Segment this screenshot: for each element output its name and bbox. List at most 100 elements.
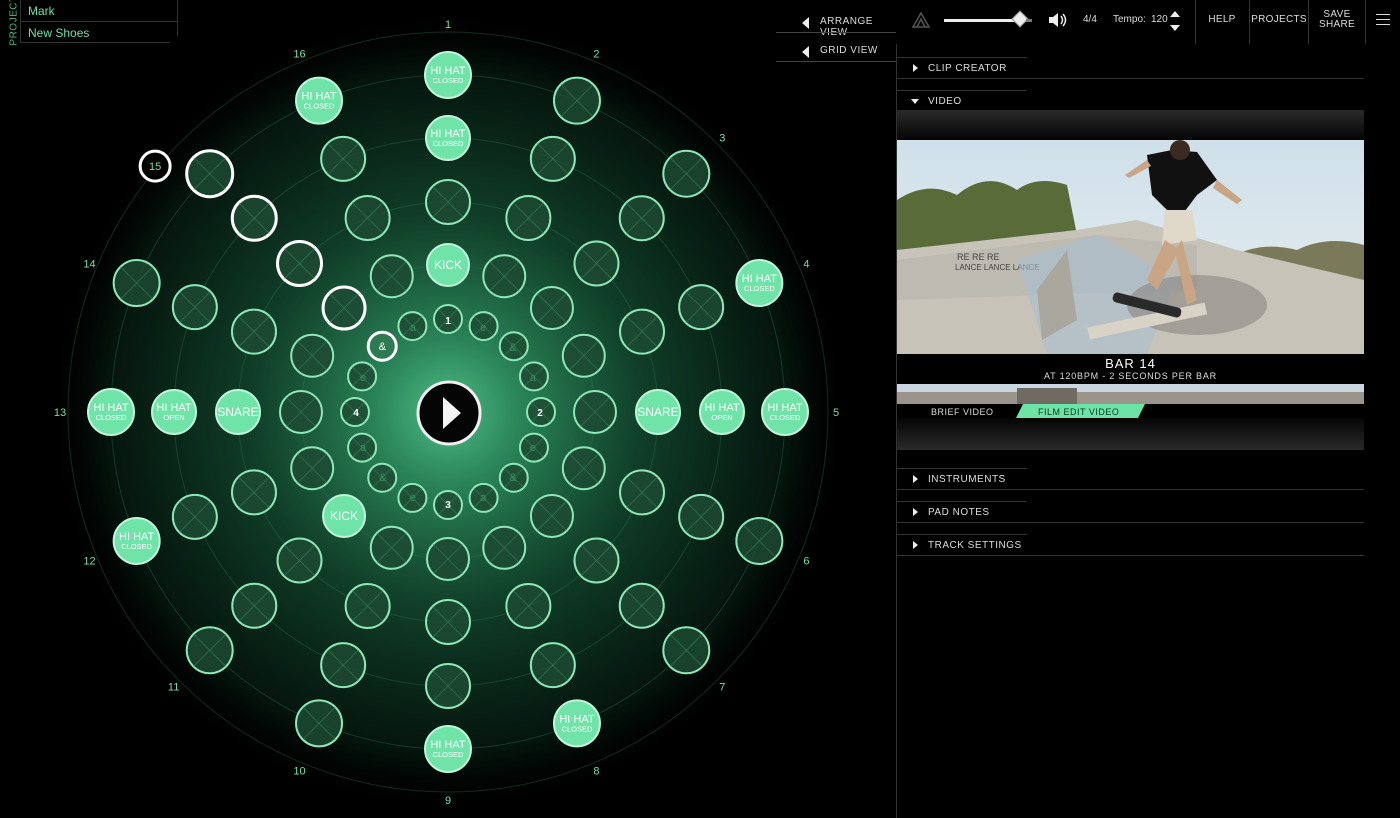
volume-slider[interactable] [944, 10, 1032, 28]
pad-ring-1-step-6[interactable] [735, 516, 784, 565]
pad-ring-2-step-7[interactable] [618, 582, 665, 629]
pad-ring-2-step-6[interactable] [678, 493, 725, 540]
pad-ring-4-step-6[interactable] [561, 446, 606, 491]
tempo-value[interactable]: 120 [1151, 14, 1168, 25]
tempo-down-icon[interactable] [1170, 25, 1180, 31]
pad-ring-4-step-8[interactable] [482, 525, 527, 570]
projects-button[interactable]: PROJECTS [1250, 14, 1308, 34]
pad-ring-3-step-8[interactable] [505, 583, 552, 630]
pad-ring-1-step-10[interactable] [295, 699, 344, 748]
pad-ring-4-step-15[interactable] [321, 285, 367, 331]
subdivision-label: e [480, 322, 486, 334]
instruments-section[interactable]: INSTRUMENTS [897, 468, 1364, 490]
pad-ring-5-step-15[interactable]: & [366, 330, 398, 362]
video-filmstrip[interactable] [897, 384, 1364, 404]
pad-ring-4-step-5[interactable] [573, 390, 617, 434]
pad-ring-2-step-13[interactable]: HI HATOPEN [151, 389, 197, 435]
pad-ring-3-step-13[interactable]: SNARE [215, 389, 261, 435]
pad-ring-3-step-14[interactable] [230, 308, 277, 355]
arrange-view-label: ARRANGE VIEW [820, 16, 873, 38]
pad-ring-1-step-3[interactable] [662, 149, 711, 198]
play-button[interactable] [416, 380, 482, 446]
pad-ring-2-step-12[interactable] [171, 493, 218, 540]
pad-ring-4-step-2[interactable] [482, 254, 527, 299]
beat-label: 2 [537, 408, 543, 419]
step-number-6: 6 [803, 555, 809, 567]
help-label: HELP [1208, 14, 1236, 25]
pad-ring-2-step-11[interactable] [231, 582, 278, 629]
pad-ring-2-step-15[interactable] [230, 194, 278, 242]
pad-ring-4-step-9[interactable] [426, 537, 470, 581]
hamburger-menu-icon[interactable] [1376, 14, 1390, 29]
pad-ring-4-step-4[interactable] [561, 333, 606, 378]
pad-ring-3-step-9[interactable] [425, 599, 471, 645]
pad-ring-2-step-10[interactable] [320, 642, 367, 689]
track-settings-section[interactable]: TRACK SETTINGS [897, 534, 1364, 556]
pad-ring-2-step-2[interactable] [529, 135, 576, 182]
project-name[interactable]: Mark [28, 4, 55, 18]
pad-ring-4-step-10[interactable] [369, 525, 414, 570]
pad-ring-2-step-3[interactable] [618, 195, 665, 242]
pad-ring-3-step-7[interactable] [573, 537, 620, 584]
pad-ring-3-step-16[interactable] [344, 194, 391, 241]
video-section[interactable]: VIDEO [897, 90, 1364, 112]
subdivision-label: e [360, 372, 366, 384]
pad-sublabel: CLOSED [433, 139, 464, 148]
video-frame[interactable]: RE RE RE LANCE LANCE LANCE [897, 140, 1364, 354]
song-name[interactable]: New Shoes [28, 26, 89, 40]
speaker-icon[interactable] [1048, 11, 1068, 29]
pad-notes-section[interactable]: PAD NOTES [897, 501, 1364, 523]
clip-creator-section[interactable]: CLIP CREATOR [897, 57, 1364, 79]
pad-ring-1-step-1[interactable]: HI HATCLOSED [424, 51, 472, 99]
tab-brief-video[interactable]: BRIEF VIDEO [931, 407, 994, 417]
arrange-view-button[interactable]: ARRANGE VIEW [776, 11, 896, 38]
pad-ring-4-step-13[interactable] [279, 390, 323, 434]
divider [177, 0, 178, 36]
pad-ring-4-step-14[interactable] [290, 333, 335, 378]
pad-ring-2-step-9[interactable] [425, 663, 471, 709]
pad-ring-3-step-2[interactable] [505, 194, 552, 241]
pad-ring-1-step-12[interactable]: HI HATCLOSED [112, 516, 161, 565]
pad-ring-1-step-5[interactable]: HI HATCLOSED [761, 388, 809, 436]
pad-ring-1-step-4[interactable]: HI HATCLOSED [735, 259, 784, 308]
time-signature[interactable]: 4/4 [1083, 14, 1097, 25]
pad-ring-4-step-1[interactable]: KICK [426, 243, 470, 287]
pad-ring-2-step-16[interactable] [320, 135, 367, 182]
pad-ring-1-step-14[interactable] [112, 259, 161, 308]
pad-ring-4-step-11[interactable]: KICK [322, 493, 367, 538]
pad-ring-3-step-12[interactable] [230, 469, 277, 516]
step-number-15[interactable]: 15 [138, 149, 172, 183]
pad-ring-2-step-14[interactable] [171, 284, 218, 331]
pad-ring-3-step-11[interactable] [276, 537, 323, 584]
pad-ring-3-step-1[interactable] [425, 179, 471, 225]
pad-ring-1-step-9[interactable]: HI HATCLOSED [424, 725, 472, 773]
pad-ring-3-step-10[interactable] [344, 583, 391, 630]
pad-ring-2-step-4[interactable] [678, 284, 725, 331]
pad-ring-1-step-15[interactable] [185, 149, 235, 199]
pad-ring-1-step-13[interactable]: HI HATCLOSED [87, 388, 135, 436]
pad-ring-4-step-16[interactable] [369, 254, 414, 299]
tempo-up-icon[interactable] [1170, 11, 1180, 17]
track-settings-label: TRACK SETTINGS [928, 540, 1022, 551]
pad-ring-1-step-16[interactable]: HI HATCLOSED [295, 76, 344, 125]
pad-ring-4-step-12[interactable] [290, 446, 335, 491]
pad-ring-2-step-1[interactable]: HI HATCLOSED [425, 115, 471, 161]
pad-ring-1-step-7[interactable] [662, 626, 711, 675]
pad-ring-4-step-3[interactable] [529, 286, 574, 331]
pad-ring-1-step-11[interactable] [185, 626, 234, 675]
help-button[interactable]: HELP [1196, 14, 1248, 34]
pad-ring-1-step-2[interactable] [552, 76, 601, 125]
pad-ring-2-step-5[interactable]: HI HATOPEN [699, 389, 745, 435]
pad-ring-3-step-5[interactable]: SNARE [635, 389, 681, 435]
pad-ring-2-step-8[interactable] [529, 642, 576, 689]
pad-ring-3-step-3[interactable] [573, 240, 620, 287]
pad-ring-4-step-7[interactable] [529, 493, 574, 538]
pad-sublabel: OPEN [163, 413, 184, 422]
grid-view-button[interactable]: GRID VIEW [776, 40, 896, 62]
pad-ring-3-step-4[interactable] [619, 308, 666, 355]
subdivision-label: e [530, 442, 536, 454]
pad-ring-3-step-15[interactable] [276, 240, 324, 288]
pad-ring-1-step-8[interactable]: HI HATCLOSED [552, 699, 601, 748]
pad-ring-3-step-6[interactable] [619, 469, 666, 516]
save-share-button[interactable]: SAVE SHARE [1309, 10, 1365, 40]
